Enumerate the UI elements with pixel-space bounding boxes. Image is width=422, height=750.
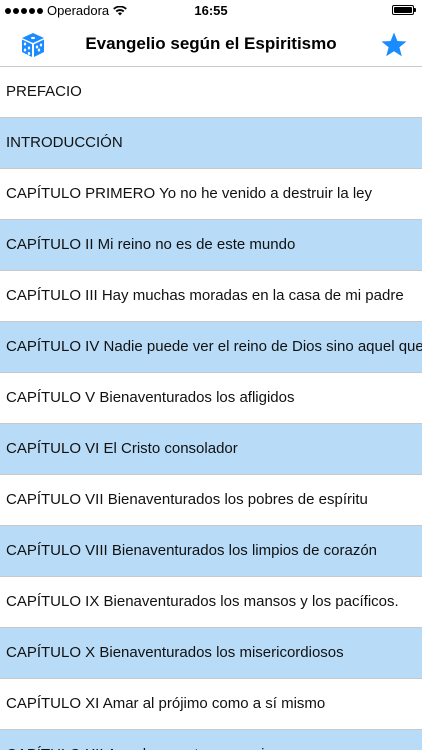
status-time: 16:55 <box>194 3 228 18</box>
list-item[interactable]: CAPÍTULO PRIMERO Yo no he venido a destr… <box>0 169 422 220</box>
list-item[interactable]: CAPÍTULO VIII Bienaventurados los limpio… <box>0 526 422 577</box>
list-item[interactable]: PREFACIO <box>0 67 422 118</box>
chapter-list: PREFACIO INTRODUCCIÓN CAPÍTULO PRIMERO Y… <box>0 67 422 750</box>
list-item[interactable]: CAPÍTULO X Bienaventurados los misericor… <box>0 628 422 679</box>
list-item[interactable]: CAPÍTULO XII Amad a vuestros enemigos <box>0 730 422 750</box>
list-item[interactable]: CAPÍTULO V Bienaventurados los afligidos <box>0 373 422 424</box>
star-icon[interactable] <box>380 31 408 59</box>
page-title: Evangelio según el Espiritismo <box>85 34 337 53</box>
nav-bar: Evangelio según el Espiritismo <box>0 22 422 67</box>
list-item[interactable]: CAPÍTULO XI Amar al prójimo como a sí mi… <box>0 679 422 730</box>
list-item[interactable]: CAPÍTULO IV Nadie puede ver el reino de … <box>0 322 422 373</box>
list-item[interactable]: CAPÍTULO VI El Cristo consolador <box>0 424 422 475</box>
list-item[interactable]: CAPÍTULO VII Bienaventurados los pobres … <box>0 475 422 526</box>
list-item[interactable]: CAPÍTULO II Mi reino no es de este mundo <box>0 220 422 271</box>
list-item[interactable]: CAPÍTULO III Hay muchas moradas en la ca… <box>0 271 422 322</box>
status-bar: Operadora 16:55 <box>0 0 422 22</box>
battery-icon <box>392 5 416 15</box>
list-item[interactable]: CAPÍTULO IX Bienaventurados los mansos y… <box>0 577 422 628</box>
app-screen: Operadora 16:55 Evangelio según el Espir… <box>0 0 422 750</box>
list-item[interactable]: INTRODUCCIÓN <box>0 118 422 169</box>
